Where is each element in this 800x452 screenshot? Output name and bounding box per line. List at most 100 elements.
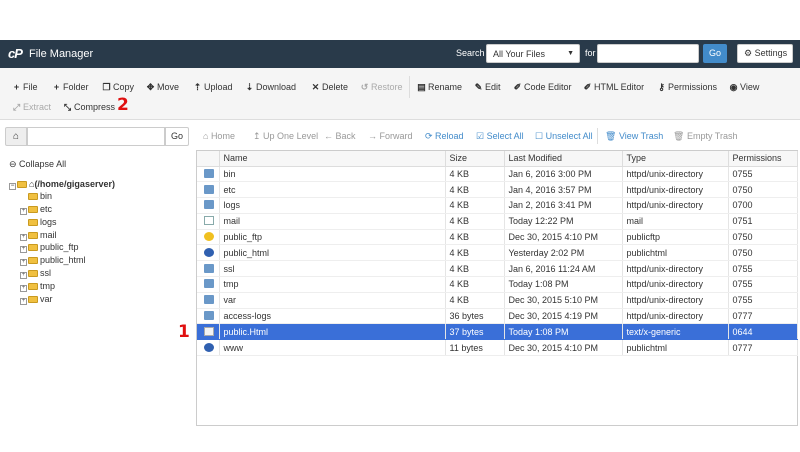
search-scope-value: All Your Files [493, 49, 546, 59]
folder-icon [28, 219, 38, 226]
tree-root[interactable]: − ⌂(/home/gigaserver) [9, 179, 115, 190]
table-row[interactable]: www 11 bytes Dec 30, 2015 4:10 PM publichtm… [197, 339, 798, 357]
column-header-permissions[interactable]: Permissions [728, 151, 798, 167]
tree-item-label: mail [40, 230, 57, 240]
tree-item-public-html[interactable]: + public_html [20, 255, 86, 266]
home-button[interactable]: ⌂ Home [203, 131, 235, 141]
expand-plus-icon: + [20, 298, 27, 305]
column-header-last-modified[interactable]: Last Modified [504, 151, 623, 167]
compress-button[interactable]: ⤡ Compress [63, 102, 115, 113]
search-go-button[interactable]: Go [703, 44, 727, 63]
tree-item-tmp[interactable]: + tmp [20, 281, 55, 292]
column-header-name[interactable]: Name [219, 151, 446, 167]
path-input[interactable] [27, 127, 165, 146]
expand-plus-icon: + [20, 259, 27, 266]
collapse-all-button[interactable]: ⊖ Collapse All [9, 159, 66, 170]
table-row[interactable]: public_ftp 4 KB Dec 30, 2015 4:10 PM public… [197, 229, 798, 246]
cell-type: publichtml [622, 244, 729, 262]
table-row[interactable]: bin 4 KB Jan 6, 2016 3:00 PM httpd/unix-dir… [197, 166, 798, 183]
table-row[interactable]: etc 4 KB Jan 4, 2016 3:57 PM httpd/unix-dir… [197, 181, 798, 199]
arrow-left-icon: ← [324, 131, 336, 141]
search-input[interactable] [597, 44, 699, 63]
tree-item-logs[interactable]: logs [28, 217, 57, 227]
file-type-icon-cell [197, 166, 220, 183]
tree-item-label: public_ftp [40, 242, 79, 252]
rename-button[interactable]: ▤ Rename [417, 82, 462, 93]
select-all-label: Select All [486, 131, 524, 141]
up-one-level-button[interactable]: ↥ Up One Level [253, 131, 318, 142]
cell-type: publichtml [622, 339, 729, 357]
home-icon[interactable]: ⌂ [5, 127, 27, 146]
download-icon: ⇣ [245, 82, 254, 92]
table-row[interactable]: access-logs 36 bytes Dec 30, 2015 4:19 PM h… [197, 308, 798, 325]
table-row[interactable]: logs 4 KB Jan 2, 2016 3:41 PM httpd/unix-di… [197, 197, 798, 214]
restore-button[interactable]: ↺ Restore [360, 82, 403, 93]
path-go-button[interactable]: Go [165, 127, 189, 146]
table-row[interactable]: mail 4 KB Today 12:22 PM mail 0751 [197, 213, 798, 230]
table-row[interactable]: tmp 4 KB Today 1:08 PM httpd/unix-directory… [197, 276, 798, 293]
cell-size: 4 KB [445, 181, 505, 199]
delete-button[interactable]: ✕ Delete [311, 82, 348, 93]
download-button[interactable]: ⇣ Download [245, 82, 296, 93]
cell-permissions: 0777 [728, 308, 798, 325]
back-button[interactable]: ← Back [324, 131, 356, 141]
cell-size: 4 KB [445, 166, 505, 183]
file-type-icon-cell [197, 181, 220, 199]
table-row[interactable]: public.Html 37 bytes Today 1:08 PM text/x-g… [197, 323, 798, 341]
reload-button[interactable]: ⟳ Reload [425, 131, 464, 142]
view-trash-label: View Trash [618, 131, 664, 141]
delete-label: Delete [322, 82, 349, 92]
tree-item-ssl[interactable]: + ssl [20, 268, 51, 279]
permissions-button[interactable]: ⚷ Permissions [657, 82, 717, 93]
upload-button[interactable]: ⇡ Upload [193, 82, 233, 93]
cell-name: etc [219, 181, 446, 199]
view-button[interactable]: ◉ View [729, 82, 760, 93]
table-row[interactable]: ssl 4 KB Jan 6, 2016 11:24 AM httpd/unix-di… [197, 260, 798, 278]
unselect-all-button[interactable]: ☐ Unselect All [535, 131, 593, 142]
mail-icon [204, 216, 214, 226]
upload-icon: ⇡ [193, 82, 202, 92]
cell-permissions: 0750 [728, 229, 798, 246]
extract-button[interactable]: ⤢ Extract [12, 102, 51, 113]
cell-name: public_html [219, 244, 446, 262]
select-all-button[interactable]: ☑ Select All [476, 131, 524, 142]
forward-button[interactable]: → Forward [368, 131, 413, 141]
new-file-button[interactable]: + File [12, 82, 38, 92]
new-folder-button[interactable]: + Folder [52, 82, 89, 92]
code-editor-button[interactable]: ✐ Code Editor [513, 82, 572, 93]
cell-name: var [219, 292, 446, 309]
file-type-icon-cell [197, 197, 220, 214]
settings-label: Settings [754, 48, 788, 58]
search-scope-select[interactable]: All Your Files ▼ [486, 44, 580, 63]
edit-button[interactable]: ✎ Edit [474, 82, 501, 93]
up-one-level-label: Up One Level [263, 131, 319, 141]
cell-permissions: 0777 [728, 339, 798, 357]
table-header-row: Name Size Last Modified Type Permissions [197, 151, 798, 167]
forward-label: Forward [379, 131, 413, 141]
tree-item-mail[interactable]: + mail [20, 230, 57, 241]
column-header-size[interactable]: Size [445, 151, 505, 167]
cell-last-modified: Dec 30, 2015 4:10 PM [504, 229, 623, 246]
html-editor-button[interactable]: ✐ HTML Editor [583, 82, 644, 93]
folder-open-icon [17, 181, 27, 188]
reload-icon: ⟳ [425, 131, 436, 141]
app-title: File Manager [29, 48, 94, 60]
upload-label: Upload [204, 82, 233, 92]
tree-item-etc[interactable]: + etc [20, 204, 52, 215]
empty-trash-button[interactable]: 🗑︎ Empty Trash [673, 131, 737, 142]
tree-item-var[interactable]: + var [20, 294, 53, 305]
settings-button[interactable]: ⚙ Settings [737, 44, 793, 63]
cell-permissions: 0755 [728, 292, 798, 309]
tree-item-public-ftp[interactable]: + public_ftp [20, 242, 79, 253]
move-label: Move [157, 82, 180, 92]
copy-button[interactable]: ❐ Copy [102, 82, 134, 93]
cell-type: httpd/unix-directory [622, 308, 729, 325]
table-row[interactable]: var 4 KB Dec 30, 2015 5:10 PM httpd/unix-di… [197, 292, 798, 309]
back-label: Back [335, 131, 356, 141]
move-button[interactable]: ✥ Move [146, 82, 179, 93]
table-row[interactable]: public_html 4 KB Yesterday 2:02 PM publicht… [197, 244, 798, 262]
cell-type: httpd/unix-directory [622, 260, 729, 278]
view-trash-button[interactable]: 🗑︎ View Trash [605, 131, 663, 142]
tree-item-bin[interactable]: bin [28, 191, 52, 201]
column-header-type[interactable]: Type [622, 151, 729, 167]
